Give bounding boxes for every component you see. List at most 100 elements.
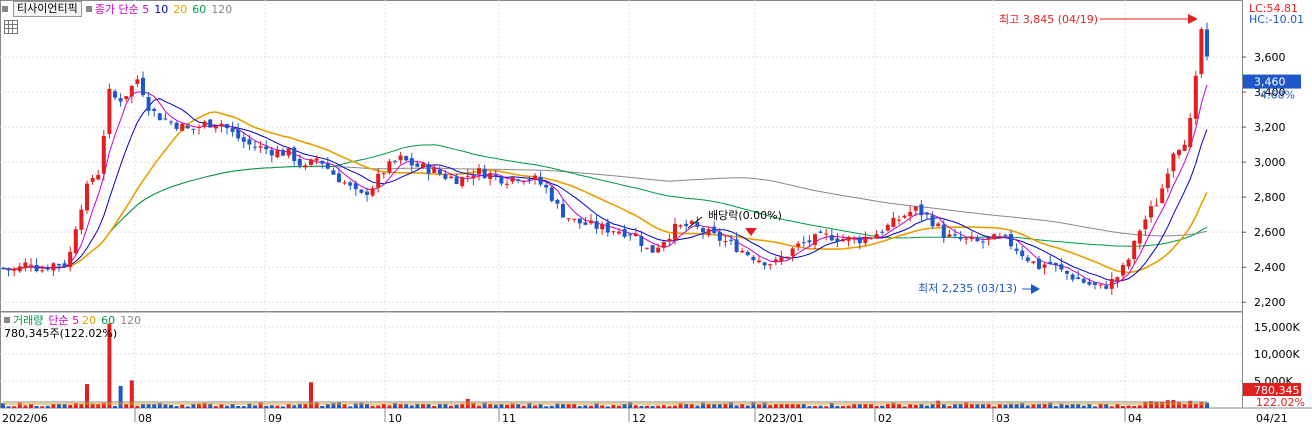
candle-body	[34, 264, 39, 272]
candle-body	[141, 77, 145, 96]
candle-body	[538, 176, 543, 185]
candle-body	[824, 233, 829, 235]
candle-body	[1205, 29, 1209, 57]
candle-body	[45, 267, 50, 270]
legend-ma120[interactable]: 120	[211, 3, 232, 16]
volume-bar	[219, 404, 224, 408]
legend-vol-ma120[interactable]: 120	[120, 314, 141, 327]
grid-table-icon[interactable]	[4, 20, 18, 34]
hc-label: HC:-10.01	[1249, 13, 1304, 26]
candle-body	[829, 235, 834, 241]
volume-bar	[45, 405, 50, 408]
volume-bar	[589, 405, 593, 408]
volume-bar	[1205, 402, 1209, 408]
volume-bar	[34, 405, 39, 408]
candle-body	[908, 211, 913, 217]
volume-bar	[751, 402, 756, 408]
candle-body	[521, 181, 526, 183]
candle-body	[1165, 173, 1170, 189]
candle-body	[191, 128, 196, 130]
dividend-annotation: 배당락(0.00%)	[708, 209, 782, 222]
volume-bar	[337, 402, 341, 408]
volume-bar	[953, 404, 957, 408]
price-tick-label: 3,200	[1254, 121, 1286, 134]
candle-body	[135, 79, 140, 84]
candle-body	[818, 231, 823, 233]
candle-body	[12, 269, 17, 271]
x-tick-label: 2023/01	[758, 412, 804, 425]
volume-bar	[913, 404, 918, 408]
volume-bar	[163, 404, 168, 408]
volume-bar	[605, 406, 610, 408]
candle-body	[712, 226, 717, 234]
volume-bar	[152, 404, 157, 408]
volume-bar	[409, 405, 414, 408]
stock-name[interactable]: 티사이언티픽	[13, 1, 82, 17]
candle-body	[605, 222, 610, 233]
candle-body	[225, 124, 229, 129]
legend-ma60[interactable]: 60	[192, 3, 206, 16]
candle-body	[337, 173, 341, 183]
volume-bar	[745, 405, 750, 408]
candle-body	[981, 241, 985, 243]
candle-body	[101, 135, 106, 174]
candle-body	[376, 173, 381, 188]
candle-body	[1199, 28, 1204, 75]
candle-body	[286, 148, 291, 156]
candle-body	[236, 129, 241, 139]
volume-bar	[628, 402, 633, 408]
candle-body	[449, 176, 453, 179]
candle-body	[409, 158, 414, 166]
candle-body	[835, 238, 840, 242]
volume-bar	[404, 403, 409, 408]
volume-bar	[908, 404, 913, 408]
candle-body	[846, 236, 851, 241]
candle-body	[701, 228, 705, 233]
candle-body	[348, 182, 353, 186]
volume-bar	[370, 405, 375, 408]
volume-bar	[1154, 401, 1159, 408]
candle-body	[925, 212, 929, 215]
volume-bar	[275, 405, 280, 408]
candle-body	[992, 234, 997, 240]
volume-bar	[740, 403, 745, 408]
volume-bar	[577, 406, 582, 408]
candle-body	[73, 229, 78, 254]
candle-body	[941, 224, 946, 238]
volume-bar	[236, 405, 241, 408]
candle-body	[264, 146, 269, 150]
candle-body	[1154, 205, 1159, 207]
candle-body	[594, 221, 599, 229]
legend-ma20[interactable]: 20	[173, 3, 187, 16]
candle-body	[381, 173, 386, 175]
candle-body	[17, 266, 22, 272]
volume-bar	[645, 405, 649, 408]
volume-bar	[135, 405, 140, 408]
candle-body	[432, 167, 437, 173]
candle-body	[219, 123, 224, 127]
candle-body	[874, 234, 879, 239]
candle-body	[1, 267, 5, 269]
candle-body	[197, 126, 201, 128]
candle-body	[180, 123, 185, 131]
candle-body	[958, 237, 963, 240]
volume-bar	[583, 405, 588, 408]
candle-body	[684, 223, 689, 227]
volume-bar	[1182, 404, 1187, 408]
candle-body	[617, 231, 621, 234]
volume-bar	[141, 404, 145, 408]
volume-bar	[465, 398, 470, 408]
candle-body	[365, 191, 369, 195]
candle-body	[885, 224, 890, 231]
candle-body	[437, 169, 442, 175]
legend-ma5[interactable]: 종가 단순 5	[95, 1, 149, 17]
candle-body	[583, 222, 588, 225]
candle-body	[359, 189, 364, 193]
legend-ma10[interactable]: 10	[154, 3, 168, 16]
volume-bar	[796, 404, 801, 408]
volume-bar	[1109, 406, 1114, 408]
volume-bar	[325, 404, 330, 408]
candle-body	[807, 240, 812, 243]
candle-body	[1121, 265, 1125, 276]
candle-body	[729, 239, 733, 241]
